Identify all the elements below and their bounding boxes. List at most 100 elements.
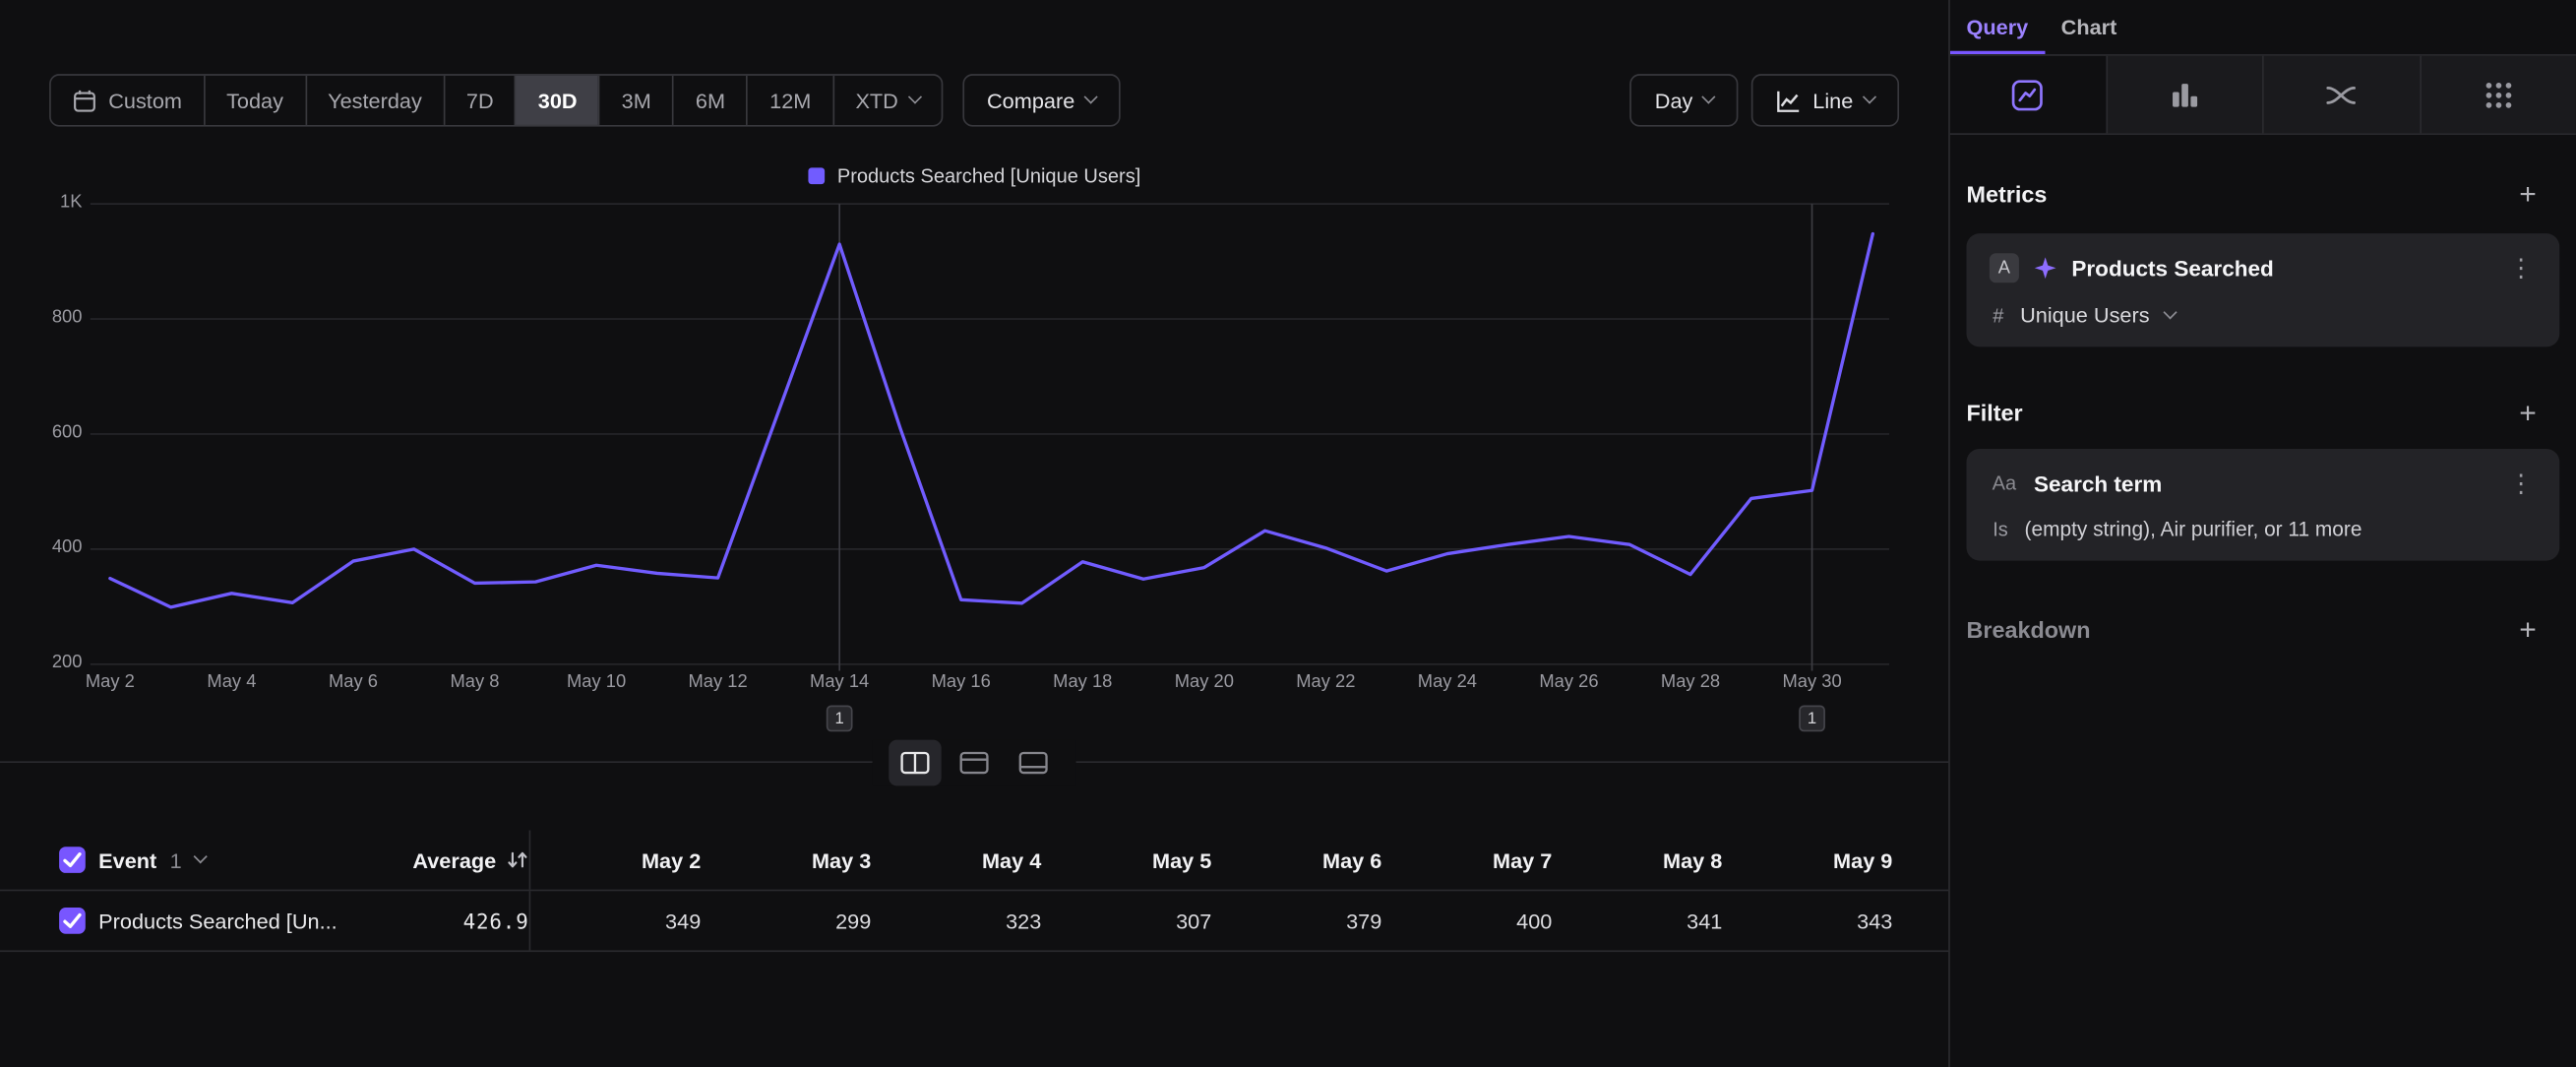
date-range-12m[interactable]: 12M [747, 76, 832, 125]
date-range-label: 30D [538, 88, 578, 112]
metric-letter-badge: A [1990, 253, 2019, 282]
date-range-label: Yesterday [328, 88, 422, 112]
compare-label: Compare [987, 88, 1074, 112]
date-range-yesterday[interactable]: Yesterday [305, 76, 444, 125]
chart-type-funnels[interactable] [2106, 56, 2262, 134]
results-table: Event 1 Average May 2May 3May 4May 5May … [0, 831, 1948, 953]
chart-plot-area[interactable] [91, 194, 1889, 680]
annotation-badge[interactable]: 1 [827, 706, 853, 732]
filter-operator[interactable]: Is [1993, 518, 2008, 540]
table-col-header[interactable]: May 9 [1722, 847, 1892, 872]
filter-menu-button[interactable]: ⋮ [2505, 469, 2537, 498]
layout-top-panel-button[interactable] [948, 740, 1000, 786]
table-col-header[interactable]: May 7 [1381, 847, 1552, 872]
date-range-today[interactable]: Today [204, 76, 305, 125]
y-axis-tick: 800 [0, 307, 82, 327]
table-col-header[interactable]: May 4 [871, 847, 1041, 872]
layout-switcher [873, 740, 1076, 786]
breakdown-heading: Breakdown [1967, 616, 2091, 643]
tab-chart-label: Chart [2061, 15, 2117, 39]
sidebar-tabbar: Query Chart [1950, 0, 2576, 56]
retention-grid-icon [2481, 77, 2517, 113]
chart-legend: Products Searched [Unique Users] [0, 164, 1948, 187]
x-axis-tick: May 24 [1418, 672, 1477, 692]
tab-chart[interactable]: Chart [2045, 0, 2133, 54]
table-value-cell: 299 [701, 909, 871, 933]
date-range-custom[interactable]: Custom [51, 76, 204, 125]
main-panel: Custom Today Yesterday 7D 30D 3M 6M 12M XTD Comp… [0, 0, 1948, 1067]
filter-card-row: Aa Search term ⋮ [1990, 469, 2537, 498]
chevron-down-icon[interactable] [193, 849, 207, 863]
chevron-down-icon [1702, 90, 1716, 103]
filter-value[interactable]: (empty string), Air purifier, or 11 more [2025, 518, 2362, 540]
layout-bottom-panel-button[interactable] [1007, 740, 1059, 786]
date-range-6m[interactable]: 6M [673, 76, 747, 125]
table-col-header[interactable]: May 3 [701, 847, 871, 872]
date-range-label: 6M [696, 88, 725, 112]
date-range-label: XTD [855, 88, 897, 112]
tab-query[interactable]: Query [1950, 0, 2045, 54]
granularity-button[interactable]: Day [1630, 74, 1739, 126]
date-column-headers: May 2May 3May 4May 5May 6May 7May 8May 9 [529, 831, 1949, 890]
granularity-label: Day [1655, 88, 1693, 112]
select-all-checkbox[interactable] [59, 847, 86, 873]
measure-prefix: # [1993, 303, 2003, 326]
date-range-label: 12M [769, 88, 811, 112]
date-range-3m[interactable]: 3M [598, 76, 672, 125]
data-series-line [110, 234, 1872, 607]
filter-card[interactable]: Aa Search term ⋮ Is (empty string), Air … [1967, 449, 2560, 561]
average-header[interactable]: Average [395, 847, 529, 872]
chevron-down-icon[interactable] [2164, 304, 2177, 318]
date-range-30d[interactable]: 30D [515, 76, 598, 125]
metrics-section-header: Metrics + [1967, 177, 2537, 210]
chart-style-button[interactable]: Line [1751, 74, 1899, 126]
layout-split-columns-button[interactable] [889, 740, 941, 786]
event-count: 1 [170, 847, 182, 872]
x-axis-tick: May 26 [1539, 672, 1598, 692]
x-axis-tick: May 18 [1053, 672, 1112, 692]
table-value-cell: 307 [1041, 909, 1211, 933]
date-range-7d[interactable]: 7D [444, 76, 516, 125]
event-label[interactable]: Event [98, 847, 156, 872]
row-checkbox[interactable] [59, 908, 86, 934]
insights-line-icon [2009, 77, 2046, 113]
table-header-row: Event 1 Average May 2May 3May 4May 5May … [0, 831, 1948, 892]
measure-dropdown[interactable]: Unique Users [2020, 302, 2150, 327]
chevron-down-icon [1863, 90, 1876, 103]
x-axis-tick: May 16 [932, 672, 991, 692]
metric-name: Products Searched [2071, 256, 2490, 281]
table-col-header[interactable]: May 5 [1041, 847, 1211, 872]
table-col-header[interactable]: May 8 [1552, 847, 1722, 872]
row-name[interactable]: Products Searched [Un... [98, 909, 337, 933]
add-filter-button[interactable]: + [2519, 398, 2537, 427]
date-range-xtd[interactable]: XTD [832, 76, 941, 125]
filter-condition-row: Is (empty string), Air purifier, or 11 m… [1990, 518, 2537, 540]
filter-heading: Filter [1967, 400, 2023, 426]
metric-card[interactable]: A Products Searched ⋮ # Unique Users [1967, 233, 2560, 346]
metric-menu-button[interactable]: ⋮ [2505, 253, 2537, 282]
add-metric-button[interactable]: + [2519, 179, 2537, 209]
measure-row: # Unique Users [1990, 302, 2537, 327]
x-axis-tick: May 6 [329, 672, 378, 692]
date-range-label: Custom [108, 88, 182, 112]
add-breakdown-button[interactable]: + [2519, 615, 2537, 645]
date-range-label: 7D [466, 88, 494, 112]
top-panel-icon [959, 751, 989, 774]
annotation-badge[interactable]: 1 [1799, 706, 1825, 732]
y-axis-tick: 400 [0, 537, 82, 557]
table-col-header[interactable]: May 6 [1211, 847, 1381, 872]
metrics-heading: Metrics [1967, 181, 2048, 208]
x-axis-tick: May 22 [1296, 672, 1355, 692]
table-col-header[interactable]: May 2 [530, 847, 701, 872]
date-range-segmented-control: Custom Today Yesterday 7D 30D 3M 6M 12M XTD [49, 74, 943, 126]
filter-type-badge: Aa [1990, 469, 2019, 498]
chart-type-flows[interactable] [2262, 56, 2419, 134]
event-row-cell: Products Searched [Un... [0, 908, 395, 934]
compare-button[interactable]: Compare [962, 74, 1121, 126]
chart-type-retention[interactable] [2419, 56, 2575, 134]
split-columns-icon [900, 751, 930, 774]
chart-type-insights[interactable] [1950, 56, 2106, 134]
legend-swatch [808, 167, 825, 184]
event-header-cell: Event 1 [0, 847, 395, 873]
date-range-label: 3M [622, 88, 651, 112]
